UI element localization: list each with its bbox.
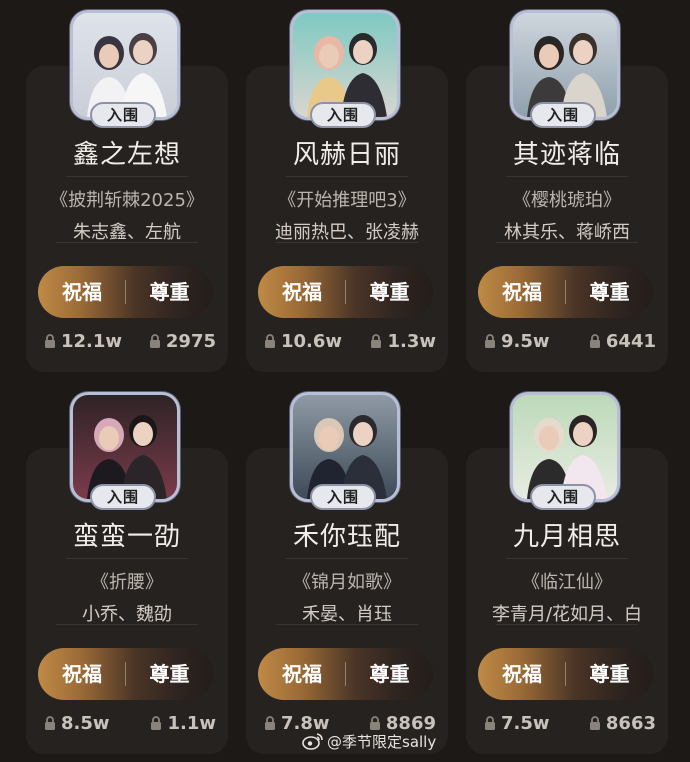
divider bbox=[286, 558, 408, 559]
cp-card[interactable]: 入围 禾你珏配 《锦月如歌》 禾晏、肖珏 祝福 尊重 7.8w 8869 bbox=[246, 392, 448, 754]
work-title: 《临江仙》 bbox=[522, 572, 612, 593]
cp-name: 九月相思 bbox=[512, 522, 621, 552]
cp-award-grid: 入围 鑫之左想 《披荆斩棘2025》 朱志鑫、左航 祝福 尊重 12.1w 29… bbox=[0, 0, 690, 762]
cp-name: 蛮蛮一劭 bbox=[72, 522, 181, 552]
cp-name: 禾你珏配 bbox=[292, 522, 401, 552]
lock-icon bbox=[149, 332, 161, 353]
bless-count: 7.5w bbox=[484, 713, 550, 735]
lock-icon bbox=[370, 332, 382, 353]
lock-icon bbox=[44, 714, 56, 735]
vote-button-bar: 祝福 尊重 bbox=[478, 266, 653, 318]
nominated-badge: 入围 bbox=[530, 484, 596, 510]
work-title: 《锦月如歌》 bbox=[293, 572, 401, 593]
respect-button[interactable]: 尊重 bbox=[346, 266, 433, 318]
divider bbox=[506, 558, 628, 559]
bless-button[interactable]: 祝福 bbox=[38, 266, 126, 318]
nominated-badge: 入围 bbox=[310, 102, 376, 128]
vote-button-bar: 祝福 尊重 bbox=[38, 648, 213, 700]
vote-button-bar: 祝福 尊重 bbox=[258, 648, 433, 700]
actor-names: 禾晏、肖珏 bbox=[302, 604, 392, 625]
vote-button-bar: 祝福 尊重 bbox=[38, 266, 213, 318]
cp-card[interactable]: 入围 九月相思 《临江仙》 李青月/花如月、白 祝福 尊重 7.5w 8663 bbox=[466, 392, 668, 754]
respect-count: 6441 bbox=[589, 331, 656, 353]
weibo-logo-icon bbox=[302, 732, 324, 754]
bless-count-value: 8.5w bbox=[61, 713, 110, 734]
nominated-badge: 入围 bbox=[90, 484, 156, 510]
cp-name: 风赫日丽 bbox=[292, 140, 401, 170]
actor-names: 小乔、魏劭 bbox=[82, 604, 172, 625]
respect-button[interactable]: 尊重 bbox=[346, 648, 433, 700]
cp-name: 鑫之左想 bbox=[72, 140, 181, 170]
divider bbox=[56, 624, 198, 625]
lock-icon bbox=[264, 714, 276, 735]
bless-count: 9.5w bbox=[484, 331, 550, 353]
lock-icon bbox=[484, 714, 496, 735]
cp-name: 其迹蒋临 bbox=[512, 140, 621, 170]
actor-names: 朱志鑫、左航 bbox=[73, 222, 181, 243]
divider bbox=[66, 176, 188, 177]
divider bbox=[496, 242, 638, 243]
respect-count-value: 8663 bbox=[605, 713, 656, 734]
actor-names: 李青月/花如月、白 bbox=[491, 604, 643, 625]
divider bbox=[506, 176, 628, 177]
respect-count-value: 1.1w bbox=[167, 713, 216, 734]
watermark-text: @季节限定sally bbox=[327, 733, 437, 751]
divider bbox=[56, 242, 198, 243]
actor-names: 迪丽热巴、张凌赫 bbox=[275, 222, 419, 243]
bless-button[interactable]: 祝福 bbox=[478, 266, 566, 318]
cp-card[interactable]: 入围 风赫日丽 《开始推理吧3》 迪丽热巴、张凌赫 祝福 尊重 10.6w 1.… bbox=[246, 10, 448, 372]
divider bbox=[66, 558, 188, 559]
respect-count: 1.1w bbox=[150, 713, 216, 735]
bless-button[interactable]: 祝福 bbox=[258, 266, 346, 318]
respect-button[interactable]: 尊重 bbox=[566, 648, 653, 700]
work-title: 《折腰》 bbox=[91, 572, 163, 593]
cp-card[interactable]: 入围 蛮蛮一劭 《折腰》 小乔、魏劭 祝福 尊重 8.5w 1.1w bbox=[26, 392, 228, 754]
lock-icon bbox=[264, 332, 276, 353]
nominated-badge: 入围 bbox=[90, 102, 156, 128]
bless-count-value: 10.6w bbox=[281, 331, 343, 352]
respect-count-value: 1.3w bbox=[387, 331, 436, 352]
divider bbox=[276, 624, 418, 625]
nominated-badge: 入围 bbox=[530, 102, 596, 128]
divider bbox=[286, 176, 408, 177]
actor-names: 林其乐、蒋峤西 bbox=[504, 222, 630, 243]
lock-icon bbox=[44, 332, 56, 353]
bless-count: 8.5w bbox=[44, 713, 110, 735]
respect-count: 1.3w bbox=[370, 331, 436, 353]
lock-icon bbox=[150, 714, 162, 735]
lock-icon bbox=[589, 714, 601, 735]
work-title: 《披荆斩棘2025》 bbox=[50, 190, 204, 211]
cp-card[interactable]: 入围 鑫之左想 《披荆斩棘2025》 朱志鑫、左航 祝福 尊重 12.1w 29… bbox=[26, 10, 228, 372]
work-title: 《开始推理吧3》 bbox=[278, 190, 416, 211]
bless-count-value: 7.5w bbox=[501, 713, 550, 734]
lock-icon bbox=[484, 332, 496, 353]
divider bbox=[496, 624, 638, 625]
respect-button[interactable]: 尊重 bbox=[126, 266, 213, 318]
respect-button[interactable]: 尊重 bbox=[126, 648, 213, 700]
work-title: 《樱桃琥珀》 bbox=[513, 190, 621, 211]
bless-button[interactable]: 祝福 bbox=[478, 648, 566, 700]
respect-count-value: 2975 bbox=[165, 331, 216, 352]
nominated-badge: 入围 bbox=[310, 484, 376, 510]
respect-count-value: 6441 bbox=[605, 331, 656, 352]
bless-button[interactable]: 祝福 bbox=[38, 648, 126, 700]
bless-button[interactable]: 祝福 bbox=[258, 648, 346, 700]
bless-count: 12.1w bbox=[44, 331, 122, 353]
bless-count: 10.6w bbox=[264, 331, 342, 353]
vote-button-bar: 祝福 尊重 bbox=[478, 648, 653, 700]
vote-button-bar: 祝福 尊重 bbox=[258, 266, 433, 318]
weibo-watermark: @季节限定sally bbox=[302, 731, 436, 754]
respect-button[interactable]: 尊重 bbox=[566, 266, 653, 318]
respect-count: 8663 bbox=[589, 713, 656, 735]
cp-card[interactable]: 入围 其迹蒋临 《樱桃琥珀》 林其乐、蒋峤西 祝福 尊重 9.5w 6441 bbox=[466, 10, 668, 372]
bless-count-value: 9.5w bbox=[501, 331, 550, 352]
bless-count-value: 12.1w bbox=[61, 331, 123, 352]
divider bbox=[276, 242, 418, 243]
respect-count: 2975 bbox=[149, 331, 216, 353]
lock-icon bbox=[589, 332, 601, 353]
